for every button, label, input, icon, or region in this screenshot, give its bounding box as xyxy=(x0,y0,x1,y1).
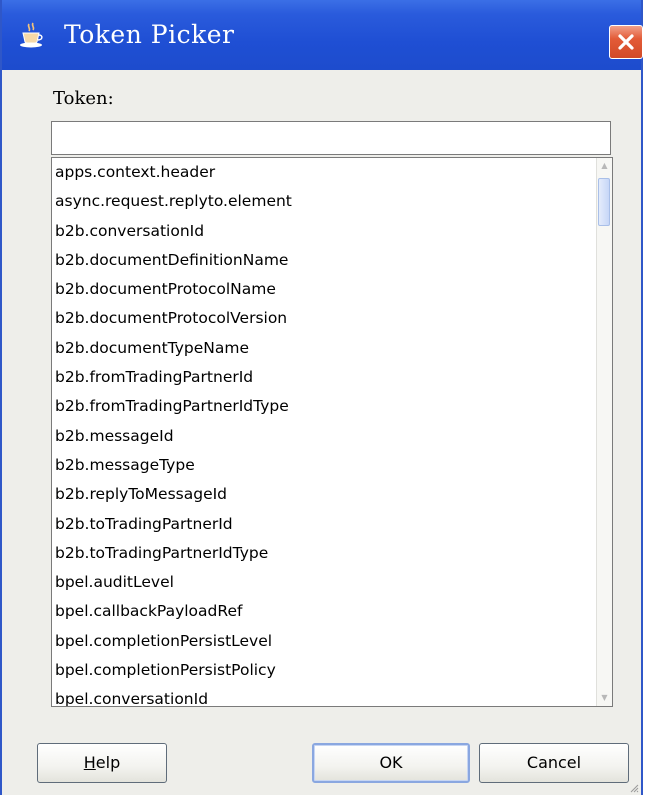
token-list-items: apps.context.header async.request.replyto… xyxy=(52,158,596,706)
cancel-button[interactable]: Cancel xyxy=(479,743,629,783)
token-list-item[interactable]: b2b.messageType xyxy=(52,451,596,480)
dialog-title: Token Picker xyxy=(64,20,235,49)
token-list-item[interactable]: b2b.conversationId xyxy=(52,217,596,246)
close-button[interactable] xyxy=(609,25,643,59)
token-list-item[interactable]: bpel.auditLevel xyxy=(52,568,596,597)
scroll-up-arrow-icon[interactable]: ▲ xyxy=(597,158,612,174)
scroll-down-arrow-icon[interactable]: ▼ xyxy=(597,690,612,706)
token-label: Token: xyxy=(53,88,114,109)
token-list-item[interactable]: b2b.toTradingPartnerId xyxy=(52,510,596,539)
help-label: elp xyxy=(95,753,121,772)
token-list-item[interactable]: b2b.documentProtocolVersion xyxy=(52,304,596,333)
token-input[interactable] xyxy=(51,121,611,155)
token-list-item[interactable]: bpel.completionPersistLevel xyxy=(52,627,596,656)
token-list-item[interactable]: bpel.conversationId xyxy=(52,685,596,706)
token-list-item[interactable]: b2b.documentTypeName xyxy=(52,334,596,363)
help-button[interactable]: Help xyxy=(37,743,167,783)
resize-grip-icon[interactable] xyxy=(629,783,639,793)
title-bar[interactable]: Token Picker xyxy=(2,0,643,70)
token-list-item[interactable]: b2b.documentProtocolName xyxy=(52,275,596,304)
scroll-thumb[interactable] xyxy=(598,178,610,226)
token-list-item[interactable]: b2b.replyToMessageId xyxy=(52,480,596,509)
token-list-item[interactable]: apps.context.header xyxy=(52,158,596,187)
close-icon xyxy=(618,34,634,50)
token-list-item[interactable]: async.request.replyto.element xyxy=(52,187,596,216)
vertical-scrollbar[interactable]: ▲ ▼ xyxy=(596,158,612,706)
token-list-item[interactable]: b2b.documentDefinitionName xyxy=(52,246,596,275)
ok-button[interactable]: OK xyxy=(312,743,470,783)
token-picker-dialog: Token Picker Token: apps.context.header a… xyxy=(0,0,643,795)
token-list[interactable]: apps.context.header async.request.replyto… xyxy=(51,157,613,707)
help-mnemonic: H xyxy=(83,753,96,772)
token-list-item[interactable]: b2b.fromTradingPartnerIdType xyxy=(52,392,596,421)
coffee-cup-icon xyxy=(20,22,43,48)
token-list-item[interactable]: b2b.messageId xyxy=(52,422,596,451)
token-list-item[interactable]: bpel.completionPersistPolicy xyxy=(52,656,596,685)
token-list-item[interactable]: b2b.fromTradingPartnerId xyxy=(52,363,596,392)
token-list-item[interactable]: bpel.callbackPayloadRef xyxy=(52,597,596,626)
token-list-item[interactable]: b2b.toTradingPartnerIdType xyxy=(52,539,596,568)
